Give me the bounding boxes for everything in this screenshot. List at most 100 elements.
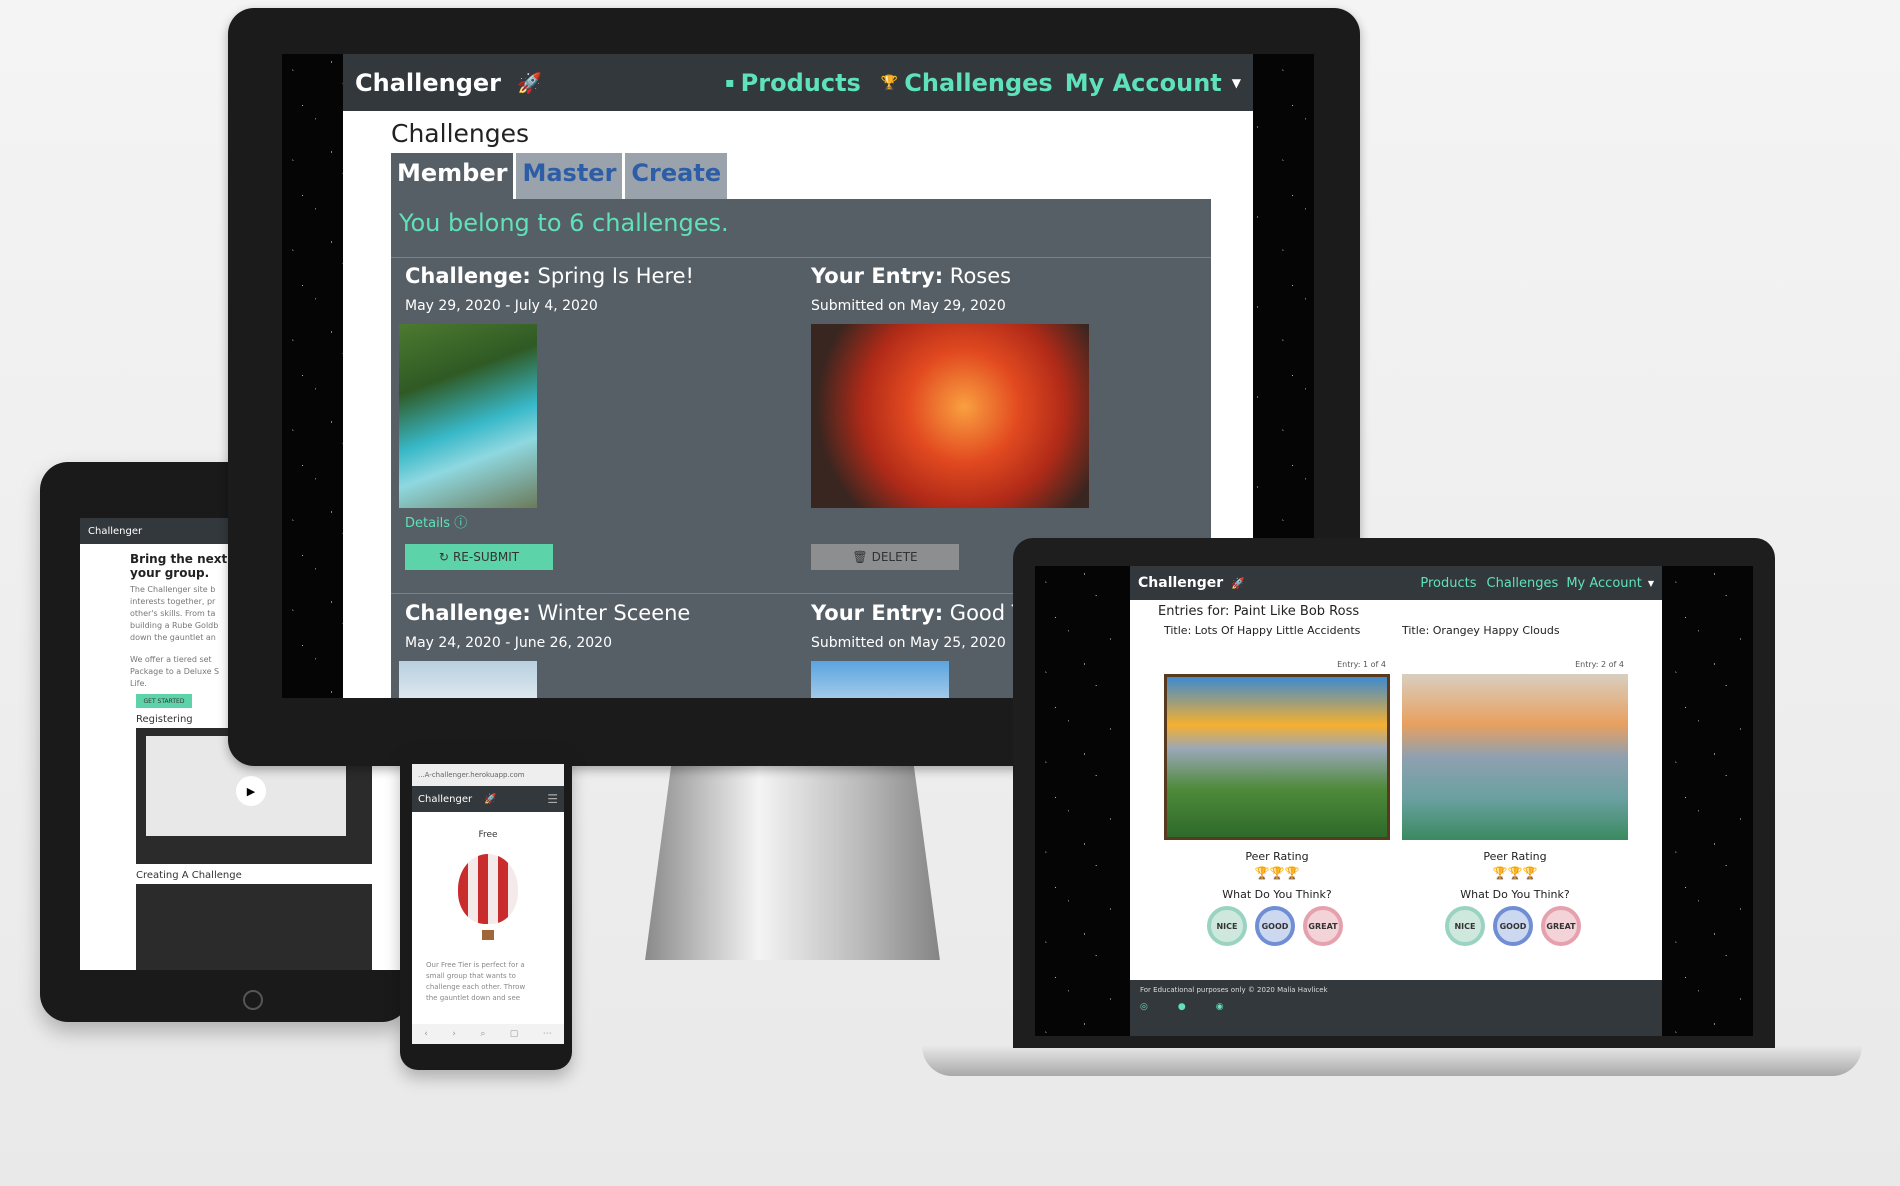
laptop-content: Entries for: Paint Like Bob Ross Title: … [1130,600,1662,980]
registering-heading: Registering [136,714,193,725]
membership-summary: You belong to 6 challenges. [399,209,729,237]
nav-products[interactable]: Products [1420,576,1476,591]
entry-title: Title: Orangey Happy Clouds [1402,624,1560,637]
monitor-stand [645,760,940,960]
phone-brand[interactable]: Challenger [418,794,472,805]
entry-counter: Entry: 1 of 4 [1337,660,1386,669]
facebook-icon[interactable]: ● [1178,1002,1186,1012]
painting-image[interactable] [1164,674,1390,840]
phone-screen: ...A-challenger.herokuapp.com Challenger… [412,764,564,1044]
vote-nice-button[interactable]: NICE [1207,906,1247,946]
tablet-offer: We offer a tiered set Package to a Delux… [130,655,220,688]
challenge-dates: May 29, 2020 - July 4, 2020 [405,298,598,314]
nav-challenges[interactable]: Challenges [1487,576,1559,591]
balloon-basket [482,930,494,940]
challenge-image[interactable] [399,661,537,698]
what-think-label: What Do You Think? [1460,888,1570,901]
entry-image[interactable] [811,324,1089,508]
chevron-down-icon[interactable]: ▼ [1232,76,1241,90]
tablet-brand[interactable]: Challenger [88,526,142,537]
challenge-label: Challenge: [405,264,531,288]
balloon-icon [458,854,518,924]
vote-great-button[interactable]: GREAT [1303,906,1343,946]
page-title: Challenges [391,119,530,148]
painting-image[interactable] [1402,674,1628,840]
trophy-rating: 🏆🏆🏆 [1492,866,1538,880]
tablet-heading: Bring the next your group. [130,552,228,580]
phone-navbar: Challenger 🚀 ☰ [412,786,564,812]
challenge-name: Winter Sceene [537,601,691,625]
vote-great-button[interactable]: GREAT [1541,906,1581,946]
delete-label: DELETE [871,550,918,564]
refresh-icon: ↻ [438,550,449,564]
entry-label: Your Entry: [811,601,944,625]
details-label: Details [405,516,451,531]
back-icon[interactable]: ‹ [424,1029,428,1039]
vote-good-button[interactable]: GOOD [1255,906,1295,946]
creating-video[interactable] [136,884,372,970]
tier-description: Our Free Tier is perfect for a small gro… [426,961,526,1002]
tabs-icon[interactable]: ▢ [510,1029,519,1039]
tablet-home-button [243,990,263,1010]
entries-heading: Entries for: Paint Like Bob Ross [1158,604,1360,619]
challenge-name: Spring Is Here! [537,264,694,288]
trash-icon: 🗑 [852,550,868,564]
challenge-title: Challenge: Winter Sceene [405,601,690,625]
tablet-intro: The Challenger site b interests together… [130,585,219,642]
laptop-footer: For Educational purposes only © 2020 Mal… [1130,980,1662,1036]
entry-title: Your Entry: Good T [811,601,1025,625]
peer-rating-label: Peer Rating [1483,850,1547,863]
entry-submitted: Submitted on May 25, 2020 [811,635,1006,651]
nav-my-account[interactable]: My Account [1065,69,1222,97]
tab-master[interactable]: Master [516,153,623,199]
instagram-icon[interactable]: ◎ [1140,1002,1148,1012]
play-icon[interactable]: ▶ [236,776,266,806]
entry-card: Title: Orangey Happy Clouds Entry: 2 of … [1402,624,1632,974]
phone-device: ...A-challenger.herokuapp.com Challenger… [400,748,572,1070]
nav-my-account[interactable]: My Account [1566,576,1642,591]
vote-nice-button[interactable]: NICE [1445,906,1485,946]
laptop-navbar: Challenger 🚀 Products Challenges My Acco… [1130,566,1662,600]
challenge-tabs: Member Master Create [391,153,728,199]
laptop-brand[interactable]: Challenger [1138,575,1223,591]
url-text: ...A-challenger.herokuapp.com [418,771,525,779]
desktop-brand[interactable]: Challenger [355,69,501,97]
hamburger-menu-icon[interactable]: ☰ [547,792,558,806]
products-icon: ▪ [725,74,735,91]
details-link[interactable]: Details ⓘ [405,512,467,531]
resubmit-button[interactable]: ↻ RE-SUBMIT [405,544,553,570]
challenge-title: Challenge: Spring Is Here! [405,264,694,288]
challenge-image[interactable] [399,324,537,508]
tab-member[interactable]: Member [391,153,514,199]
laptop-screen: Challenger 🚀 Products Challenges My Acco… [1035,566,1753,1036]
forward-icon[interactable]: › [452,1029,456,1039]
entry-title: Title: Lots Of Happy Little Accidents [1164,624,1361,637]
trophy-icon: 🏆 [880,74,899,91]
laptop-device: Challenger 🚀 Products Challenges My Acco… [1013,538,1775,1048]
info-icon: ⓘ [454,516,468,531]
entry-label: Your Entry: [811,264,944,288]
entry-submitted: Submitted on May 29, 2020 [811,298,1006,314]
entry-card: Title: Lots Of Happy Little Accidents En… [1164,624,1394,974]
nav-products[interactable]: Products [741,69,861,97]
challenge-dates: May 24, 2020 - June 26, 2020 [405,635,612,651]
delete-button[interactable]: 🗑 DELETE [811,544,959,570]
chevron-down-icon[interactable]: ▼ [1648,579,1654,588]
get-started-button[interactable]: GET STARTED [136,694,192,708]
peer-rating-label: Peer Rating [1245,850,1309,863]
github-icon[interactable]: ◉ [1216,1002,1224,1012]
nav-challenges[interactable]: Challenges [904,69,1052,97]
more-icon[interactable]: ⋯ [543,1029,552,1039]
resubmit-label: RE-SUBMIT [452,550,520,564]
entry-image[interactable] [811,661,949,698]
entry-counter: Entry: 2 of 4 [1575,660,1624,669]
vote-buttons: NICE GOOD GREAT [1207,906,1343,946]
tab-create[interactable]: Create [625,153,728,199]
search-icon[interactable]: ⌕ [480,1029,485,1039]
desktop-navbar: Challenger 🚀 ▪ Products 🏆 Challenges My … [343,54,1253,111]
vote-good-button[interactable]: GOOD [1493,906,1533,946]
tier-title: Free [478,830,498,840]
laptop-base [922,1046,1862,1076]
trophy-rating: 🏆🏆🏆 [1254,866,1300,880]
phone-url-bar[interactable]: ...A-challenger.herokuapp.com [412,764,564,786]
